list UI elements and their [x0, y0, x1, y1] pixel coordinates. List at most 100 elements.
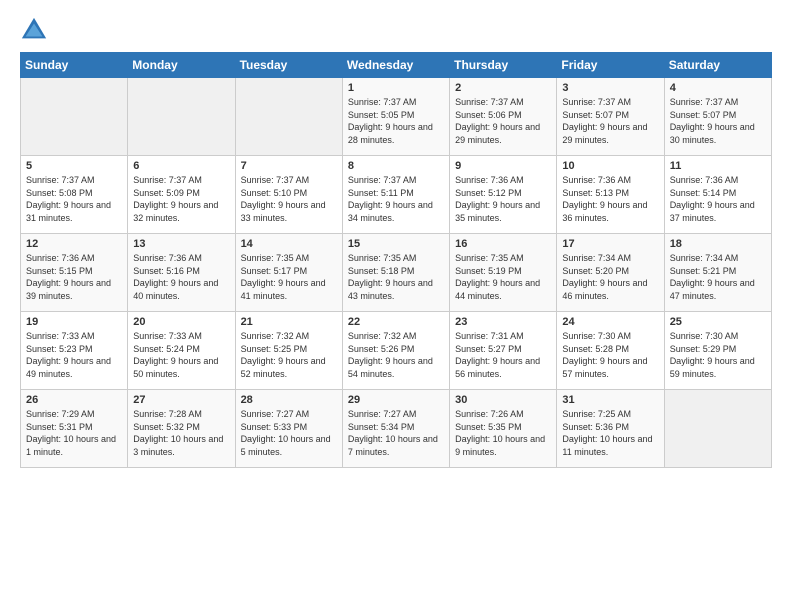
calendar-cell: 1 Sunrise: 7:37 AMSunset: 5:05 PMDaylight…: [342, 78, 449, 156]
cell-content: Sunrise: 7:37 AMSunset: 5:06 PMDaylight:…: [455, 96, 551, 146]
weekday-header: Wednesday: [342, 53, 449, 78]
calendar-cell: [128, 78, 235, 156]
day-number: 23: [455, 316, 551, 328]
calendar-page: SundayMondayTuesdayWednesdayThursdayFrid…: [0, 0, 792, 612]
cell-content: Sunrise: 7:26 AMSunset: 5:35 PMDaylight:…: [455, 408, 551, 458]
header-row: SundayMondayTuesdayWednesdayThursdayFrid…: [21, 53, 772, 78]
calendar-body: 1 Sunrise: 7:37 AMSunset: 5:05 PMDaylight…: [21, 78, 772, 468]
cell-content: Sunrise: 7:37 AMSunset: 5:05 PMDaylight:…: [348, 96, 444, 146]
day-number: 15: [348, 238, 444, 250]
day-number: 3: [562, 82, 658, 94]
day-number: 14: [241, 238, 337, 250]
calendar-cell: 11 Sunrise: 7:36 AMSunset: 5:14 PMDayligh…: [664, 156, 771, 234]
calendar-cell: 3 Sunrise: 7:37 AMSunset: 5:07 PMDaylight…: [557, 78, 664, 156]
calendar-cell: 28 Sunrise: 7:27 AMSunset: 5:33 PMDayligh…: [235, 390, 342, 468]
cell-content: Sunrise: 7:34 AMSunset: 5:20 PMDaylight:…: [562, 252, 658, 302]
cell-content: Sunrise: 7:36 AMSunset: 5:14 PMDaylight:…: [670, 174, 766, 224]
day-number: 6: [133, 160, 229, 172]
calendar-cell: 25Sunrise: 7:30 AMSunset: 5:29 PMDayligh…: [664, 312, 771, 390]
calendar-cell: 16 Sunrise: 7:35 AMSunset: 5:19 PMDayligh…: [450, 234, 557, 312]
day-number: 10: [562, 160, 658, 172]
cell-content: Sunrise: 7:35 AMSunset: 5:18 PMDaylight:…: [348, 252, 444, 302]
day-number: 11: [670, 160, 766, 172]
cell-content: Sunrise: 7:36 AMSunset: 5:13 PMDaylight:…: [562, 174, 658, 224]
cell-content: Sunrise: 7:37 AMSunset: 5:07 PMDaylight:…: [562, 96, 658, 146]
calendar-cell: 26 Sunrise: 7:29 AMSunset: 5:31 PMDayligh…: [21, 390, 128, 468]
calendar-cell: 15 Sunrise: 7:35 AMSunset: 5:18 PMDayligh…: [342, 234, 449, 312]
day-number: 7: [241, 160, 337, 172]
day-number: 31: [562, 394, 658, 406]
calendar-cell: 29Sunrise: 7:27 AMSunset: 5:34 PMDayligh…: [342, 390, 449, 468]
calendar-cell: 8 Sunrise: 7:37 AMSunset: 5:11 PMDaylight…: [342, 156, 449, 234]
calendar-cell: 4 Sunrise: 7:37 AMSunset: 5:07 PMDaylight…: [664, 78, 771, 156]
day-number: 26: [26, 394, 122, 406]
calendar-cell: 13Sunrise: 7:36 AMSunset: 5:16 PMDayligh…: [128, 234, 235, 312]
calendar-cell: [21, 78, 128, 156]
cell-content: Sunrise: 7:36 AMSunset: 5:16 PMDaylight:…: [133, 252, 229, 302]
day-number: 18: [670, 238, 766, 250]
day-number: 12: [26, 238, 122, 250]
weekday-header: Tuesday: [235, 53, 342, 78]
logo-icon: [20, 16, 48, 44]
calendar-cell: 6 Sunrise: 7:37 AMSunset: 5:09 PMDaylight…: [128, 156, 235, 234]
cell-content: Sunrise: 7:31 AMSunset: 5:27 PMDaylight:…: [455, 330, 551, 380]
day-number: 25: [670, 316, 766, 328]
cell-content: Sunrise: 7:37 AMSunset: 5:11 PMDaylight:…: [348, 174, 444, 224]
calendar-week-row: 19Sunrise: 7:33 AMSunset: 5:23 PMDayligh…: [21, 312, 772, 390]
calendar-cell: 30 Sunrise: 7:26 AMSunset: 5:35 PMDayligh…: [450, 390, 557, 468]
calendar-cell: 12 Sunrise: 7:36 AMSunset: 5:15 PMDayligh…: [21, 234, 128, 312]
cell-content: Sunrise: 7:37 AMSunset: 5:09 PMDaylight:…: [133, 174, 229, 224]
calendar-cell: 18 Sunrise: 7:34 AMSunset: 5:21 PMDayligh…: [664, 234, 771, 312]
weekday-header: Saturday: [664, 53, 771, 78]
cell-content: Sunrise: 7:37 AMSunset: 5:10 PMDaylight:…: [241, 174, 337, 224]
cell-content: Sunrise: 7:35 AMSunset: 5:19 PMDaylight:…: [455, 252, 551, 302]
calendar-cell: 31 Sunrise: 7:25 AMSunset: 5:36 PMDayligh…: [557, 390, 664, 468]
cell-content: Sunrise: 7:36 AMSunset: 5:12 PMDaylight:…: [455, 174, 551, 224]
calendar-week-row: 5 Sunrise: 7:37 AMSunset: 5:08 PMDaylight…: [21, 156, 772, 234]
cell-content: Sunrise: 7:28 AMSunset: 5:32 PMDaylight:…: [133, 408, 229, 458]
day-number: 16: [455, 238, 551, 250]
calendar-header: SundayMondayTuesdayWednesdayThursdayFrid…: [21, 53, 772, 78]
day-number: 1: [348, 82, 444, 94]
calendar-cell: [664, 390, 771, 468]
calendar-cell: 7 Sunrise: 7:37 AMSunset: 5:10 PMDaylight…: [235, 156, 342, 234]
cell-content: Sunrise: 7:36 AMSunset: 5:15 PMDaylight:…: [26, 252, 122, 302]
cell-content: Sunrise: 7:37 AMSunset: 5:08 PMDaylight:…: [26, 174, 122, 224]
cell-content: Sunrise: 7:33 AMSunset: 5:24 PMDaylight:…: [133, 330, 229, 380]
weekday-header: Sunday: [21, 53, 128, 78]
cell-content: Sunrise: 7:32 AMSunset: 5:26 PMDaylight:…: [348, 330, 444, 380]
calendar-week-row: 26 Sunrise: 7:29 AMSunset: 5:31 PMDayligh…: [21, 390, 772, 468]
calendar-cell: 2Sunrise: 7:37 AMSunset: 5:06 PMDaylight…: [450, 78, 557, 156]
day-number: 30: [455, 394, 551, 406]
cell-content: Sunrise: 7:27 AMSunset: 5:33 PMDaylight:…: [241, 408, 337, 458]
day-number: 8: [348, 160, 444, 172]
day-number: 5: [26, 160, 122, 172]
day-number: 28: [241, 394, 337, 406]
day-number: 17: [562, 238, 658, 250]
calendar-cell: 27Sunrise: 7:28 AMSunset: 5:32 PMDayligh…: [128, 390, 235, 468]
calendar-cell: 17 Sunrise: 7:34 AMSunset: 5:20 PMDayligh…: [557, 234, 664, 312]
calendar-cell: 10 Sunrise: 7:36 AMSunset: 5:13 PMDayligh…: [557, 156, 664, 234]
calendar-table: SundayMondayTuesdayWednesdayThursdayFrid…: [20, 52, 772, 468]
calendar-cell: 23 Sunrise: 7:31 AMSunset: 5:27 PMDayligh…: [450, 312, 557, 390]
calendar-cell: 22 Sunrise: 7:32 AMSunset: 5:26 PMDayligh…: [342, 312, 449, 390]
calendar-week-row: 12 Sunrise: 7:36 AMSunset: 5:15 PMDayligh…: [21, 234, 772, 312]
calendar-cell: [235, 78, 342, 156]
cell-content: Sunrise: 7:27 AMSunset: 5:34 PMDaylight:…: [348, 408, 444, 458]
calendar-cell: 21Sunrise: 7:32 AMSunset: 5:25 PMDayligh…: [235, 312, 342, 390]
cell-content: Sunrise: 7:35 AMSunset: 5:17 PMDaylight:…: [241, 252, 337, 302]
calendar-cell: 9Sunrise: 7:36 AMSunset: 5:12 PMDaylight…: [450, 156, 557, 234]
weekday-header: Monday: [128, 53, 235, 78]
day-number: 20: [133, 316, 229, 328]
cell-content: Sunrise: 7:30 AMSunset: 5:28 PMDaylight:…: [562, 330, 658, 380]
cell-content: Sunrise: 7:37 AMSunset: 5:07 PMDaylight:…: [670, 96, 766, 146]
calendar-week-row: 1 Sunrise: 7:37 AMSunset: 5:05 PMDaylight…: [21, 78, 772, 156]
cell-content: Sunrise: 7:25 AMSunset: 5:36 PMDaylight:…: [562, 408, 658, 458]
cell-content: Sunrise: 7:34 AMSunset: 5:21 PMDaylight:…: [670, 252, 766, 302]
calendar-cell: 14 Sunrise: 7:35 AMSunset: 5:17 PMDayligh…: [235, 234, 342, 312]
calendar-cell: 5 Sunrise: 7:37 AMSunset: 5:08 PMDaylight…: [21, 156, 128, 234]
weekday-header: Friday: [557, 53, 664, 78]
day-number: 22: [348, 316, 444, 328]
cell-content: Sunrise: 7:29 AMSunset: 5:31 PMDaylight:…: [26, 408, 122, 458]
day-number: 4: [670, 82, 766, 94]
